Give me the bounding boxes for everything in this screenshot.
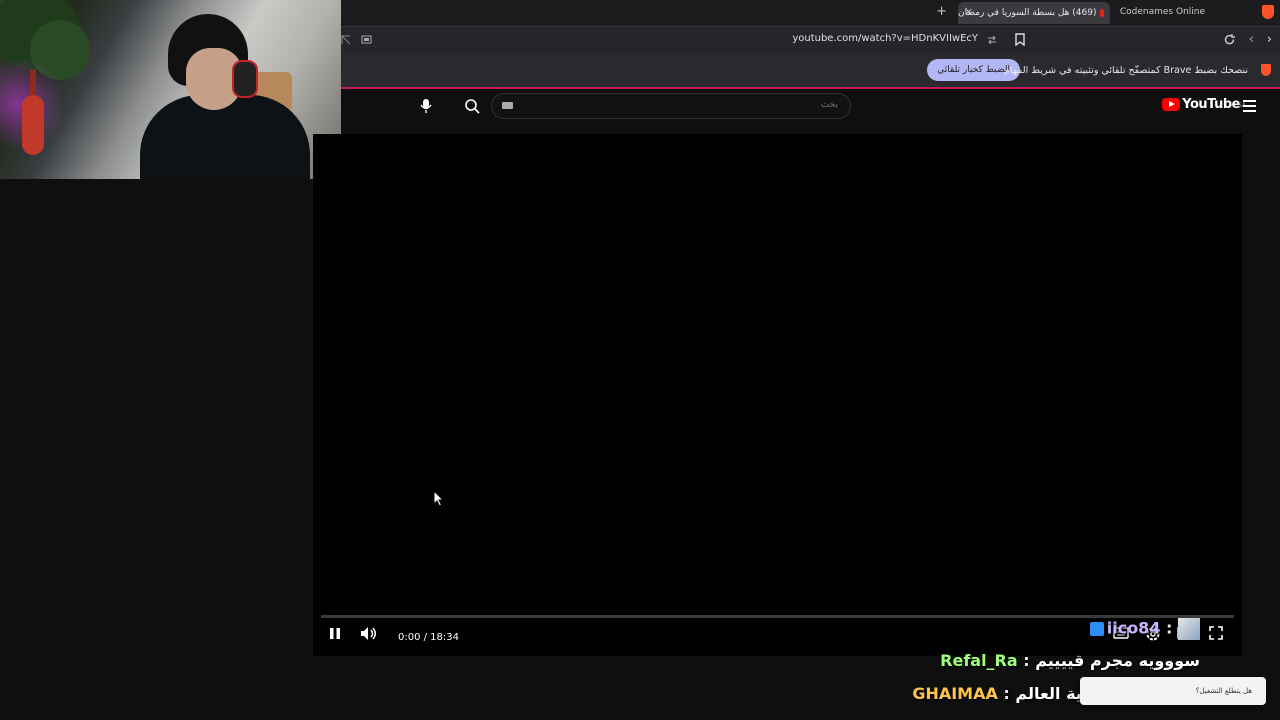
headphone — [232, 60, 258, 98]
new-tab-button[interactable]: + — [936, 4, 947, 19]
chat-username: iico84 — [1106, 618, 1161, 638]
fullscreen-icon[interactable] — [1209, 626, 1223, 640]
close-tab-icon[interactable]: × — [964, 5, 973, 18]
tooltip: هل يتطلع التشغيل؟ — [1080, 677, 1266, 705]
search-placeholder: بحث — [820, 100, 838, 110]
chat-username: GHAIMAA — [912, 684, 998, 703]
keyboard-icon[interactable] — [502, 102, 513, 109]
default-browser-infobar: الضبط كخيار تلقائي ننصحك بضبط Brave كمتص… — [341, 54, 1280, 89]
tab-codenames[interactable]: Codenames Online — [1120, 7, 1205, 17]
chat-text: سووويه مجرم قييييم — [1035, 651, 1200, 670]
search-input[interactable]: بحث — [491, 93, 851, 119]
panel-icon[interactable] — [341, 35, 351, 45]
search-icon — [465, 99, 480, 114]
badge-icon — [1089, 622, 1104, 636]
brave-shield-icon — [1261, 64, 1271, 76]
tab-bar: × (469) هل بسطة السوريا في رمضان + Coden… — [341, 0, 1280, 26]
youtube-favicon-icon — [1100, 9, 1104, 17]
search-button[interactable] — [459, 93, 485, 119]
youtube-play-icon — [1162, 98, 1181, 111]
chat-message: iico84 : — [1089, 618, 1200, 640]
time-display: 0:00 / 18:34 — [398, 632, 460, 643]
screen-icon[interactable] — [361, 35, 372, 45]
voice-search-button[interactable] — [413, 93, 439, 119]
youtube-header: بحث YouTube SA — [341, 89, 1280, 131]
ukulele — [22, 95, 44, 155]
chat-message: Refal_Ra : سووويه مجرم قييييم — [940, 651, 1200, 670]
reload-icon[interactable] — [1223, 33, 1236, 46]
youtube-logo-text: YouTube — [1182, 97, 1240, 112]
infobar-text: ننصحك بضبط Brave كمتصفّح تلقائي وتثبيته … — [1004, 65, 1248, 76]
mouse-cursor-icon — [433, 490, 445, 507]
webcam-overlay — [0, 0, 341, 179]
address-bar: youtube.com/watch?v=HDnKVIIwEcY ‹ › — [341, 26, 1280, 55]
video-player[interactable]: 0:00 / 18:34 — [313, 134, 1242, 656]
forward-icon[interactable]: › — [1267, 32, 1272, 47]
emote-image — [1178, 618, 1200, 640]
back-icon[interactable]: ‹ — [1249, 32, 1254, 47]
microphone-icon — [420, 99, 432, 113]
volume-icon[interactable] — [360, 626, 378, 642]
chat-username: Refal_Ra — [940, 651, 1018, 670]
bookmark-icon[interactable] — [1015, 33, 1025, 46]
url-text[interactable]: youtube.com/watch?v=HDnKVIIwEcY — [792, 33, 978, 44]
share-icon[interactable] — [986, 34, 998, 46]
tab-title: (469) هل بسطة السوريا في رمضان — [958, 8, 1097, 18]
youtube-logo[interactable]: YouTube SA — [1162, 97, 1246, 112]
tab-youtube[interactable]: × (469) هل بسطة السوريا في رمضان — [958, 2, 1110, 24]
menu-icon[interactable] — [1243, 100, 1256, 115]
brave-icon[interactable] — [1262, 5, 1274, 19]
pause-icon[interactable] — [328, 626, 342, 642]
